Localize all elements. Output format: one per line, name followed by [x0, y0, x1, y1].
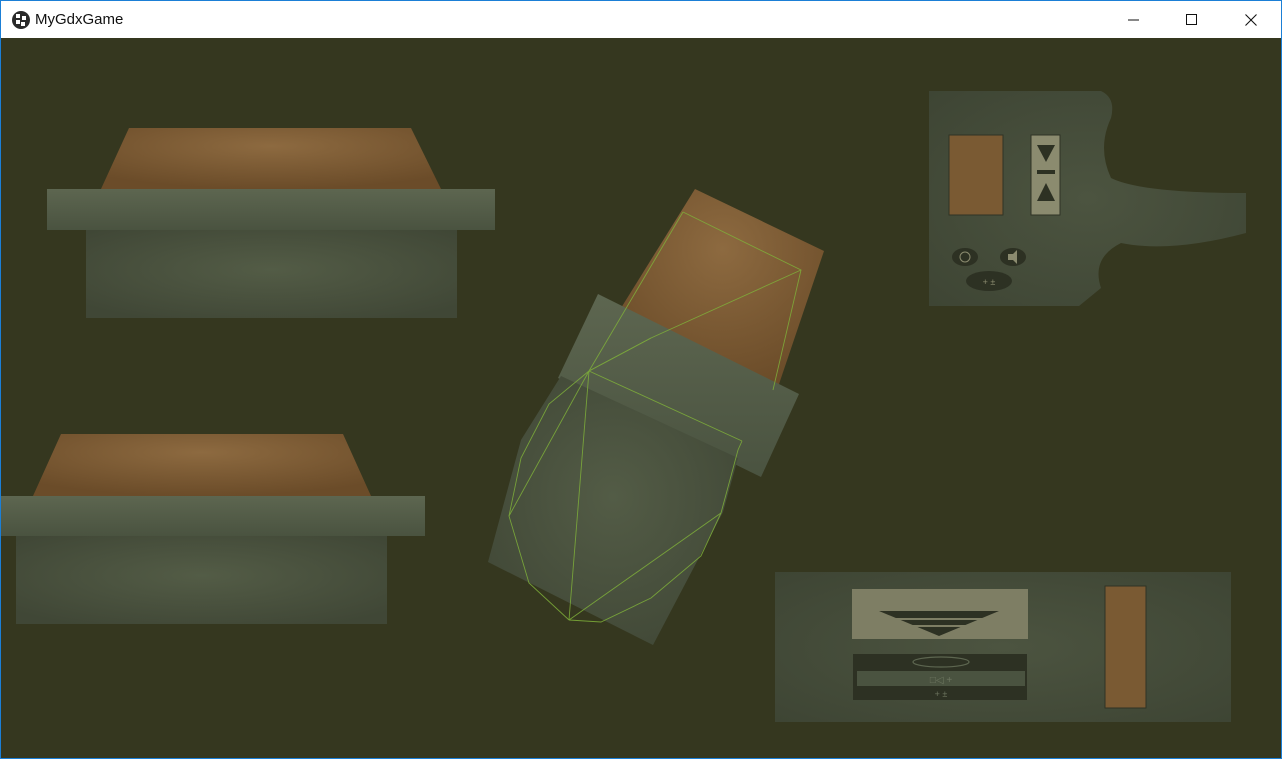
box-model-bottom-left	[1, 434, 425, 624]
box-model-rotated-center	[488, 189, 824, 645]
box-model-top-left	[47, 128, 495, 318]
scene-render: + ± □◁ + + ±	[1, 91, 1246, 722]
title-bar[interactable]: MyGdxGame	[1, 1, 1281, 38]
maximize-button[interactable]	[1163, 1, 1221, 38]
libgdx-logo-icon	[12, 11, 30, 29]
panel-texture-bottom-right: □◁ + + ±	[775, 572, 1231, 722]
close-button[interactable]	[1222, 1, 1280, 38]
app-window: MyGdxGame + ± □◁ + + ±	[0, 0, 1282, 759]
game-canvas[interactable]: + ± □◁ + + ±	[1, 38, 1281, 758]
svg-text:+ ±: + ±	[935, 689, 948, 699]
svg-text:□◁ +: □◁ +	[930, 675, 953, 686]
close-icon	[1245, 13, 1257, 26]
maximize-icon	[1186, 13, 1197, 25]
window-title: MyGdxGame	[35, 11, 124, 28]
minimize-icon	[1128, 19, 1139, 20]
svg-text:+ ±: + ±	[983, 277, 996, 287]
minimize-button[interactable]	[1105, 1, 1163, 38]
controller-texture-top-right: + ±	[929, 91, 1246, 306]
